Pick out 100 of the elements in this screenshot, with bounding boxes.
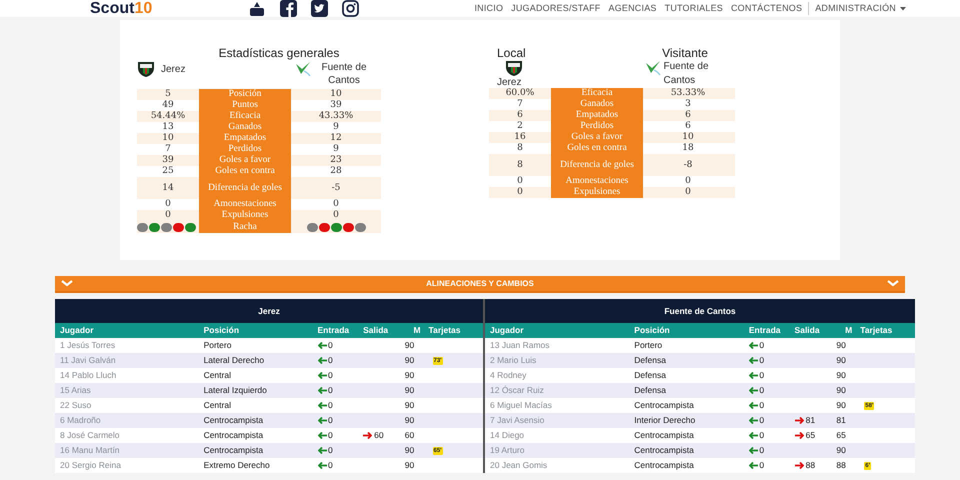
table-cell-text: Lateral Izquierdo [204,384,268,397]
player-name[interactable]: 16 Manu Martín [55,444,204,457]
stat-label: Diferencia de goles [551,154,643,176]
column-header: M [844,324,854,337]
player-name[interactable]: 11 Javi Galván [55,354,204,367]
site-logo[interactable]: Scout10 [90,0,210,16]
stat-label: Goles en contra [551,143,643,154]
column-heading: Local [497,46,526,60]
column-header: Salida [362,324,390,337]
player-name[interactable]: 19 Arturo [485,444,634,457]
column-header: Entrada [748,324,782,337]
nav-link[interactable]: JUGADORES/STAFF [507,2,604,16]
stat-value: 43.33% [318,111,354,122]
stat-value: 0 [684,187,692,198]
left-arrow-icon [749,357,758,364]
player-name[interactable]: 2 Mario Luis [485,354,634,367]
stat-value: 60.0% [504,88,536,99]
team-name: Fuente de Cantos [664,60,710,88]
table-cell-text: 90 [404,444,416,457]
table-cell: 0 [328,444,333,457]
stat-label: Goles a favor [199,155,291,166]
column-header: Entrada [316,324,350,337]
player-name[interactable]: 12 Óscar Ruiz [485,384,634,397]
right-arrow-icon [794,462,804,469]
table-cell: 0 [759,459,764,472]
left-arrow-icon [749,462,758,469]
nav-link[interactable]: AGENCIAS [604,2,661,16]
stat-value: 13 [161,122,175,133]
stat-value: 0 [516,187,524,198]
table-cell: 0 [328,399,333,412]
stat-value: 0 [332,210,340,221]
stat-value: 16 [513,132,527,143]
chevron-icon [61,280,73,287]
section-bar[interactable]: ALINEACIONES Y CAMBIOS [55,276,905,293]
column-header: Tarjetas [860,324,894,337]
player-name[interactable]: 8 José Carmelo [55,429,204,442]
shield-icon [137,61,155,77]
table-cell-text: Lateral Derecho [204,354,266,367]
table-cell-text: Defensa [634,354,667,367]
player-name[interactable]: 22 Suso [55,399,204,412]
stat-value: 53.33% [670,88,706,99]
stat-label: Amonestaciones [199,199,291,210]
table-cell-text: Centrocampista [204,414,264,427]
checkmark-logo-icon [295,61,311,77]
table-cell-text: 90 [836,339,847,352]
stat-label: Diferencia de goles [199,177,291,199]
stat-value: 25 [161,166,175,177]
stat-value: 8 [516,160,524,170]
left-arrow-icon [318,432,327,439]
column-header: Tarjetas [428,324,462,337]
team-name: Fuente de Cantos [320,61,368,87]
stat-value: 39 [329,100,343,111]
stat-value: 6 [684,110,692,121]
player-name[interactable]: 7 Javi Asensio [485,414,634,427]
nav-dropdown[interactable]: ADMINISTRACIÓN [811,2,910,16]
table-cell-text: 90 [404,354,416,367]
left-arrow-icon [749,387,758,394]
nav-link[interactable]: INICIO [470,2,508,16]
table-cell-text: Interior Derecho [634,414,696,427]
stat-value: 12 [329,133,343,144]
stat-label: Racha [199,221,291,233]
nav-link[interactable]: TUTORIALES [660,2,727,16]
stat-label: Goles a favor [551,132,643,143]
table-cell-text: 90 [836,384,847,397]
player-name[interactable]: 4 Rodney [485,369,634,382]
nav-link[interactable]: CONTÁCTENOS [726,2,806,16]
player-name[interactable]: 15 Arias [55,384,204,397]
stat-value: 7 [164,144,172,155]
table-cell: 88 [806,459,816,472]
stat-value: 18 [681,143,695,154]
player-name[interactable]: 20 Jean Gomis [485,459,634,472]
table-cell: 0 [328,369,333,382]
stat-value: 0 [516,176,524,187]
table-cell-text: 81 [836,414,847,427]
table-cell-text: Centrocampista [634,444,695,457]
stat-value: 0 [684,176,692,187]
table-cell-text: 90 [404,384,416,397]
column-header: Posición [634,324,671,337]
stat-value: 5 [164,89,172,100]
player-name[interactable]: 14 Pablo Lluch [55,369,204,382]
stat-label: Eficacia [551,88,643,99]
stat-value: -5 [330,182,342,194]
video-icon [248,1,266,16]
table-cell-text: Centrocampista [634,399,695,412]
player-name[interactable]: 13 Juan Ramos [485,339,634,352]
player-name[interactable]: 6 Madroño [55,414,204,427]
stat-value: 6 [684,121,692,132]
player-name[interactable]: 6 Miguel Macías [485,399,634,412]
left-arrow-icon [318,387,327,394]
left-arrow-icon [318,372,327,379]
player-name[interactable]: 20 Sergio Reina [55,459,204,472]
checkmark-logo-icon [644,60,660,76]
player-name[interactable]: 14 Diego [485,429,634,442]
stat-value: 0 [164,199,172,210]
table-cell-text: Centrocampista [204,444,264,457]
player-name[interactable]: 1 Jesús Torres [55,339,204,352]
column-header: Jugador [59,324,95,337]
stat-value: 23 [329,155,343,166]
left-arrow-icon [749,342,758,349]
stat-label: Eficacia [199,111,291,122]
